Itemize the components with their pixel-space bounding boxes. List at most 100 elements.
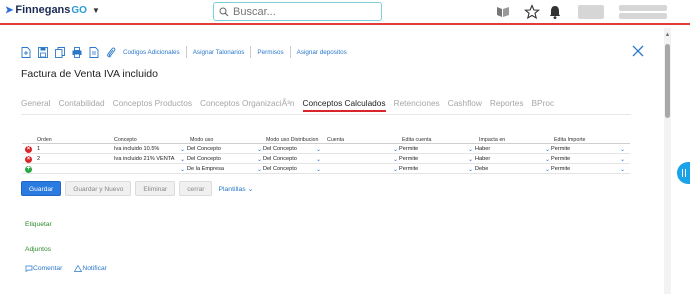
cell-modo-uso[interactable]: De la Empresa [187,166,224,172]
cell-edita-importe[interactable]: Permite [551,146,570,152]
user-avatar[interactable] [578,5,604,19]
chevron-down-icon[interactable]: ⌄ [180,146,185,153]
copy-icon[interactable] [55,46,65,58]
search-box[interactable] [213,2,382,21]
chevron-down-icon[interactable]: ▼ [92,6,100,15]
templates-dropdown[interactable]: Plantillas ⌄ [218,185,253,193]
tab-reportes[interactable]: Reportes [490,96,524,112]
tab-retenciones[interactable]: Retenciones [394,96,440,112]
chevron-down-icon[interactable]: ⌄ [393,146,398,153]
chevron-down-icon[interactable]: ⌄ [620,146,625,153]
close-icon[interactable] [632,45,644,57]
bell-icon[interactable] [547,4,563,20]
cell-edita-importe[interactable]: Permite [551,166,570,172]
search-input[interactable] [233,5,373,18]
tabs-divider [21,114,631,115]
cell-modo-uso-distribucion[interactable]: Del Concepto [263,156,297,162]
cell-impacta-en[interactable]: Haber [475,156,490,162]
star-icon[interactable] [524,4,540,20]
cell-modo-uso-distribucion[interactable]: Del Concepto [263,166,297,172]
chevron-down-icon[interactable]: ⌄ [468,166,473,173]
chevron-down-icon[interactable]: ⌄ [545,146,550,153]
app-window: ➤ Finnegans GO ▼ Buscar... Codigos Adici… [0,0,690,294]
tag-section[interactable]: Etiquetar [25,221,52,228]
save-button[interactable]: Guardar [21,181,62,196]
social-actions: Comentar Notificar [25,265,119,272]
tab-conceptos-productos[interactable]: Conceptos Productos [113,96,192,112]
cell-orden[interactable]: 2 [37,156,40,162]
chevron-down-icon[interactable]: ⌄ [180,156,185,163]
cell-edita-cuenta[interactable]: Permite [399,156,418,162]
cell-concepto[interactable]: Iva incluido 10.5% [114,146,159,152]
toolbar-link-depositos[interactable]: Asignar depositos [297,49,347,56]
new-document-icon[interactable] [21,46,31,58]
tab-bproc[interactable]: BProc [532,96,555,112]
chevron-down-icon[interactable]: ⌄ [257,166,262,173]
print-icon[interactable] [72,46,82,58]
chevron-down-icon[interactable]: ⌄ [316,156,321,163]
chevron-down-icon[interactable]: ⌄ [316,146,321,153]
chevron-down-icon[interactable]: ⌄ [316,166,321,173]
cell-modo-uso[interactable]: Del Concepto [187,156,221,162]
tab-conceptos-organizacion[interactable]: Conceptos OrganizaciÃ³n [200,96,295,112]
chevron-down-icon[interactable]: ⌄ [257,156,262,163]
chevron-down-icon[interactable]: ⌄ [545,156,550,163]
chevron-down-icon[interactable]: ⌄ [468,156,473,163]
chevron-down-icon[interactable]: ⌄ [180,166,185,173]
tab-bar: General Contabilidad Conceptos Productos… [21,96,562,112]
cell-edita-importe[interactable]: Permite [551,156,570,162]
chevron-down-icon[interactable]: ⌄ [620,166,625,173]
attachments-section[interactable]: Adjuntos [25,246,51,253]
chevron-down-icon[interactable]: ⌄ [257,146,262,153]
side-panel-handle[interactable] [677,162,690,184]
comment-action[interactable]: Comentar [25,265,68,272]
add-row-icon[interactable]: + [25,165,32,173]
warning-icon [74,265,83,272]
toolbar-link-permisos[interactable]: Permisos [257,49,283,56]
tab-general[interactable]: General [21,96,51,112]
chevron-down-icon[interactable]: ⌄ [468,146,473,153]
delete-button[interactable]: Eliminar [135,181,176,196]
column-header: Modo uso [190,137,214,143]
scroll-up-icon[interactable]: ▲ [664,32,671,38]
tab-conceptos-calculados[interactable]: Conceptos Calculados [302,96,386,112]
chevron-down-icon[interactable]: ⌄ [620,156,625,163]
scrollbar-thumb[interactable] [665,44,670,118]
cell-edita-cuenta[interactable]: Permite [399,166,418,172]
cell-edita-cuenta[interactable]: Permite [399,146,418,152]
apps-icon[interactable] [495,4,511,20]
toolbar-link-codigos[interactable]: Codigos Adicionales [123,49,180,56]
notify-action[interactable]: Notificar [74,265,113,272]
cell-orden[interactable]: 1 [37,146,40,152]
cell-modo-uso[interactable]: Del Concepto [187,146,221,152]
search-icon [219,7,229,16]
toolbar-divider [250,46,252,58]
close-button[interactable]: cerrar [179,181,213,196]
top-bar: ➤ Finnegans GO ▼ [0,0,690,25]
attach-icon[interactable] [106,47,116,58]
cell-impacta-en[interactable]: Haber [475,146,490,152]
toolbar-divider [185,46,187,58]
toolbar-link-talonarios[interactable]: Asignar Talonarios [193,49,245,56]
vertical-scrollbar[interactable]: ▲ [664,28,671,294]
templates-label: Plantillas [218,185,246,193]
save-icon[interactable] [38,46,48,58]
chevron-down-icon[interactable]: ⌄ [545,166,550,173]
cell-concepto[interactable]: Iva incluido 21% VENTA [114,156,175,162]
table-row: × 1 Iva incluido 10.5% ⌄ Del Concepto ⌄ … [22,144,630,154]
chevron-down-icon[interactable]: ⌄ [393,156,398,163]
grid-header: Orden Concepto Modo uso Modo uso Distrib… [22,135,630,144]
brand-arrow-icon: ➤ [5,4,14,16]
column-header: Concepto [114,137,137,143]
brand-logo[interactable]: ➤ Finnegans GO ▼ [5,4,100,16]
tab-cashflow[interactable]: Cashflow [448,96,482,112]
cell-modo-uso-distribucion[interactable]: Del Concepto [263,146,297,152]
edit-document-icon[interactable] [89,46,99,58]
chevron-down-icon[interactable]: ⌄ [393,166,398,173]
cell-impacta-en[interactable]: Debe [475,166,488,172]
column-header: Cuenta [327,137,345,143]
save-and-new-button[interactable]: Guardar y Nuevo [65,181,132,196]
remove-row-icon[interactable]: × [25,146,32,153]
tab-contabilidad[interactable]: Contabilidad [59,96,105,112]
remove-row-icon[interactable]: × [25,156,32,163]
